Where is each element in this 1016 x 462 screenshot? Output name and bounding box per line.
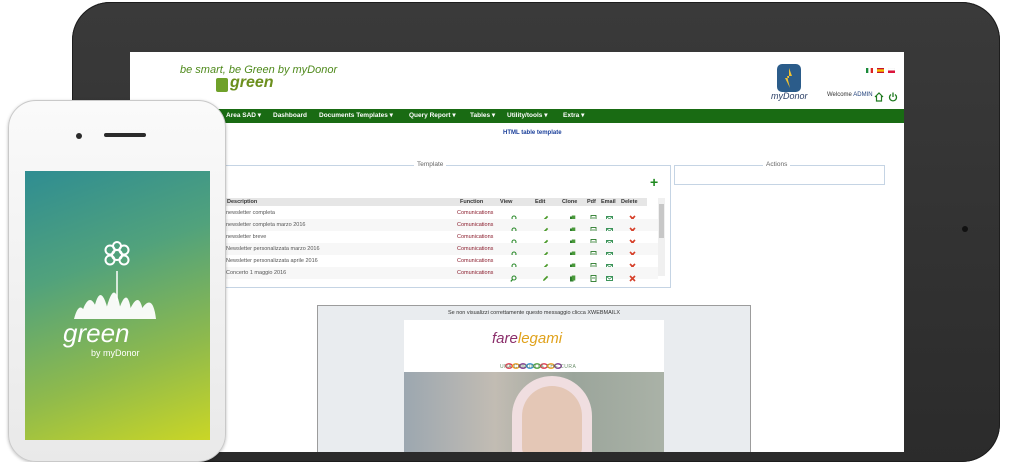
actions-panel xyxy=(674,165,885,185)
nav-extra[interactable]: Extra ▾ xyxy=(563,109,584,123)
row-description: Newsletter personalizzata aprile 2016 xyxy=(226,258,318,264)
phone-app-byline: by myDonor xyxy=(91,348,140,358)
phone-camera xyxy=(76,133,82,139)
clone-icon[interactable] xyxy=(569,221,576,234)
mydonor-emblem-icon xyxy=(777,64,801,92)
clone-icon[interactable] xyxy=(569,257,576,270)
row-function: Comunications xyxy=(457,246,494,252)
row-function: Comunications xyxy=(457,270,494,276)
view-icon[interactable] xyxy=(510,245,517,258)
row-description: newsletter completa marzo 2016 xyxy=(226,222,306,228)
col-delete: Delete xyxy=(618,198,647,206)
row-function: Comunications xyxy=(457,234,494,240)
nav-documents-templates[interactable]: Documents Templates ▾ xyxy=(319,109,393,123)
email-icon[interactable] xyxy=(606,245,613,257)
email-icon[interactable] xyxy=(606,221,613,233)
green-logo[interactable]: green xyxy=(230,74,274,92)
tablet-screen: be smart, be Green by myDonor green myDo… xyxy=(130,52,904,452)
edit-icon[interactable] xyxy=(542,221,549,233)
row-function: Comunications xyxy=(457,258,494,264)
table-scroll-thumb[interactable] xyxy=(659,204,664,238)
newsletter-logo-accent: legami xyxy=(517,330,563,347)
pdf-icon[interactable] xyxy=(590,257,597,270)
delete-icon[interactable] xyxy=(629,245,636,258)
col-description[interactable]: Description xyxy=(224,198,459,206)
clone-icon[interactable] xyxy=(569,233,576,246)
edit-icon[interactable] xyxy=(542,209,549,221)
nav-area-sad[interactable]: Area SAD ▾ xyxy=(226,109,261,123)
grass-flower-icon xyxy=(70,241,165,326)
pdf-icon[interactable] xyxy=(590,233,597,246)
email-icon[interactable] xyxy=(606,269,613,281)
newsletter-photo-face xyxy=(522,386,582,452)
delete-icon[interactable] xyxy=(629,209,636,222)
clone-icon[interactable] xyxy=(569,209,576,222)
newsletter-card: farelegami UNA COMUNITÀ CHE CURA xyxy=(404,320,664,452)
phone-speaker xyxy=(104,133,146,137)
actions-legend: Actions xyxy=(763,161,791,168)
newsletter-logo: farelegami xyxy=(492,330,562,347)
view-icon[interactable] xyxy=(510,269,517,282)
newsletter-preview: Se non visualizzi correttamente questo m… xyxy=(317,305,751,452)
email-icon[interactable] xyxy=(606,209,613,221)
newsletter-logo-main: fare xyxy=(492,330,518,347)
pdf-icon[interactable] xyxy=(590,209,597,222)
newsletter-subtitle: UNA COMUNITÀ CHE CURA xyxy=(500,364,577,370)
delete-icon[interactable] xyxy=(629,269,636,282)
col-view: View xyxy=(496,198,534,206)
user-name[interactable]: ADMIN xyxy=(853,92,872,98)
edit-icon[interactable] xyxy=(542,245,549,257)
nav-query-report[interactable]: Query Report ▾ xyxy=(409,109,456,123)
row-function: Comunications xyxy=(457,222,494,228)
clone-icon[interactable] xyxy=(569,269,576,282)
pdf-icon[interactable] xyxy=(590,269,597,282)
row-description: newsletter completa xyxy=(226,210,275,216)
home-icon[interactable] xyxy=(874,89,884,102)
edit-icon[interactable] xyxy=(542,269,549,281)
nav-dashboard[interactable]: Dashboard xyxy=(273,109,307,123)
welcome-text: Welcome ADMIN xyxy=(827,92,873,98)
preview-note[interactable]: Se non visualizzi correttamente questo m… xyxy=(318,310,750,316)
spanish-flag-icon[interactable] xyxy=(877,60,884,73)
add-template-icon[interactable]: + xyxy=(650,174,658,190)
italian-flag-icon[interactable] xyxy=(866,60,873,73)
green-leaf-icon xyxy=(216,78,228,92)
pdf-icon[interactable] xyxy=(590,221,597,234)
edit-icon[interactable] xyxy=(542,233,549,245)
delete-icon[interactable] xyxy=(629,233,636,246)
nav-tables[interactable]: Tables ▾ xyxy=(470,109,495,123)
col-function[interactable]: Function xyxy=(456,198,500,206)
template-legend: Template xyxy=(414,161,447,168)
view-icon[interactable] xyxy=(510,209,517,222)
page-title: HTML table template xyxy=(503,130,562,136)
polish-flag-icon[interactable] xyxy=(887,60,896,73)
mydonor-logo: myDonor xyxy=(771,91,808,101)
pdf-icon[interactable] xyxy=(590,245,597,258)
view-icon[interactable] xyxy=(510,221,517,234)
email-icon[interactable] xyxy=(606,233,613,245)
row-function: Comunications xyxy=(457,210,494,216)
phone-app-logo: green xyxy=(63,318,130,348)
row-description: Concerto 1 maggio 2016 xyxy=(226,270,287,276)
view-icon[interactable] xyxy=(510,233,517,246)
edit-icon[interactable] xyxy=(542,257,549,269)
row-description: Newsletter personalizzata marzo 2016 xyxy=(226,246,320,252)
nav-utility-tools[interactable]: Utility/tools ▾ xyxy=(507,109,547,123)
delete-icon[interactable] xyxy=(629,221,636,234)
email-icon[interactable] xyxy=(606,257,613,269)
view-icon[interactable] xyxy=(510,257,517,270)
clone-icon[interactable] xyxy=(569,245,576,258)
delete-icon[interactable] xyxy=(629,257,636,270)
tablet-camera xyxy=(962,226,968,232)
welcome-label: Welcome xyxy=(827,92,852,98)
row-description: newsletter breve xyxy=(226,234,267,240)
phone-screen xyxy=(25,171,210,440)
power-icon[interactable] xyxy=(888,89,898,102)
